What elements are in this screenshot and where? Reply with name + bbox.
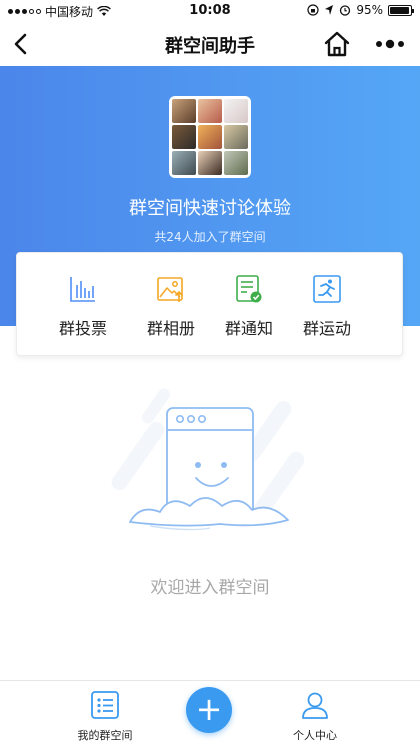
feature-card: 群投票 群相册 群通知 群运动 [16, 252, 403, 356]
nav-bar: 群空间助手 [0, 22, 420, 66]
lock-rotation-icon [307, 4, 319, 16]
empty-state-illustration [111, 388, 305, 531]
member-avatar [172, 151, 196, 175]
member-avatar [198, 99, 222, 123]
tab-my-group-space[interactable]: 我的群空间 [60, 681, 150, 747]
person-icon [302, 692, 328, 719]
feature-label: 群运动 [302, 319, 351, 338]
feature-sport[interactable]: 群运动 [288, 253, 366, 357]
group-avatar[interactable] [169, 96, 251, 178]
notice-icon [236, 275, 262, 303]
tab-personal-center[interactable]: 个人中心 [270, 681, 360, 747]
member-avatar [224, 151, 248, 175]
member-avatar [224, 125, 248, 149]
status-bar: 中国移动 10:08 95% [0, 0, 420, 22]
page-title: 群空间助手 [165, 36, 255, 57]
feature-album[interactable]: 群相册 [132, 253, 210, 357]
member-avatar [198, 151, 222, 175]
tab-label: 个人中心 [293, 729, 337, 742]
add-button[interactable]: + [186, 687, 232, 733]
feature-label: 群通知 [224, 319, 273, 338]
location-icon [325, 5, 334, 15]
member-avatar [198, 125, 222, 149]
feature-label: 群投票 [58, 319, 107, 338]
member-avatar [224, 99, 248, 123]
plus-icon: + [195, 690, 223, 728]
feature-vote[interactable]: 群投票 [44, 253, 122, 357]
list-icon [91, 691, 119, 719]
battery-icon [388, 4, 414, 16]
more-dots-icon[interactable] [374, 30, 406, 58]
feature-label: 群相册 [146, 319, 195, 338]
home-icon[interactable] [322, 29, 352, 59]
tab-label: 我的群空间 [77, 729, 133, 742]
photo-icon [157, 277, 184, 302]
status-right: 95% [307, 3, 414, 17]
hero-title: 群空间快速讨论体验 [129, 198, 291, 219]
battery-percent: 95% [356, 3, 383, 17]
feature-notice[interactable]: 群通知 [210, 253, 288, 357]
member-avatar [172, 125, 196, 149]
member-avatar [172, 99, 196, 123]
empty-state-text: 欢迎进入群空间 [150, 578, 270, 598]
bar-chart-icon [70, 277, 95, 302]
alarm-icon [340, 5, 351, 16]
run-icon [313, 275, 341, 303]
member-count: 共24人加入了群空间 [154, 230, 266, 244]
